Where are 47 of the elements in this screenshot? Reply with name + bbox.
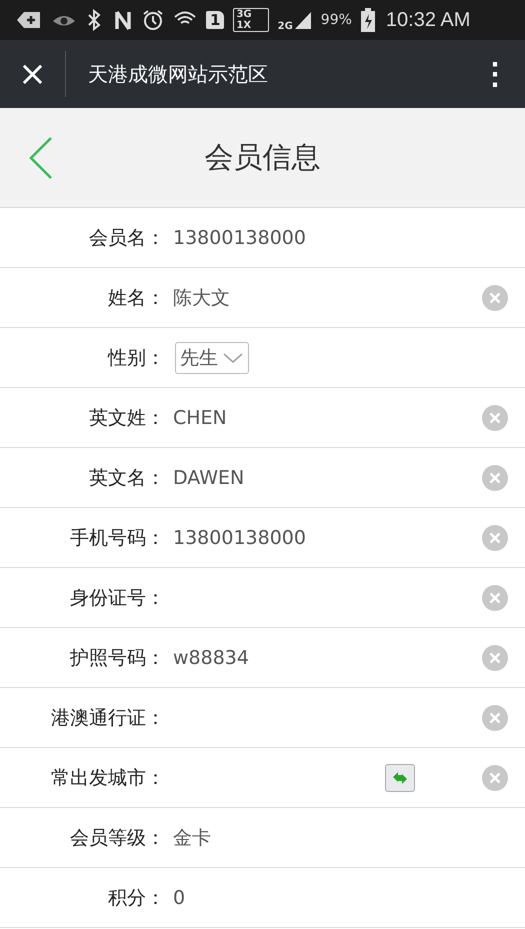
field-label: 性别： [106,346,165,370]
page-title: 会员信息 [204,138,320,176]
field-label: 会员名： [88,226,165,250]
field-value: 金卡 [173,826,212,850]
field-value: 陈大文 [173,286,231,310]
field-value: DAWEN [173,466,246,488]
clear-icon[interactable] [482,704,508,730]
field-value: w88834 [173,646,250,668]
field-label: 积分： [107,886,165,910]
field-value: 0 [173,886,186,908]
field-label: 身份证号： [69,586,165,610]
plus-tag-icon [16,10,42,30]
network-indicator: 3G 1X [233,8,269,32]
clear-icon[interactable] [482,584,508,610]
swap-arrows-icon [391,770,409,784]
field-label: 港澳通行证： [50,706,165,730]
field-label: 英文名： [88,466,165,490]
close-button[interactable]: × [0,51,66,97]
window-title: 天港成微网站示范区 [88,60,269,88]
field-value: 13800138000 [173,526,307,548]
battery-level: 99% [320,12,352,28]
field-label: 会员等级： [69,826,165,850]
alarm-icon [142,9,164,31]
gender-select[interactable]: 先生 [175,342,249,374]
field-label: 护照号码： [69,646,165,670]
network-label: 2G [278,21,293,32]
field-label: 常出发城市： [50,766,165,790]
swap-button[interactable] [385,764,415,792]
clock-time: 10:32 AM [386,8,470,32]
field-label: 手机号码： [69,526,165,550]
chevron-down-icon [222,352,244,364]
field-value: CHEN [173,406,228,428]
clear-icon[interactable] [482,404,508,430]
menu-button[interactable]: ⋮ [465,56,525,92]
back-icon[interactable] [28,136,54,180]
sim-indicator: 1 [206,11,224,29]
clear-icon[interactable] [482,764,508,790]
bluetooth-icon [86,9,102,31]
clear-icon[interactable] [482,464,508,490]
field-label: 姓名： [107,286,165,310]
field-label: 英文姓： [88,406,165,430]
signal-icon [294,10,312,30]
clear-icon[interactable] [482,644,508,670]
clear-icon[interactable] [482,524,508,550]
battery-charging-icon [360,8,375,32]
field-value: 13800138000 [173,226,307,248]
clear-icon[interactable] [482,284,508,310]
